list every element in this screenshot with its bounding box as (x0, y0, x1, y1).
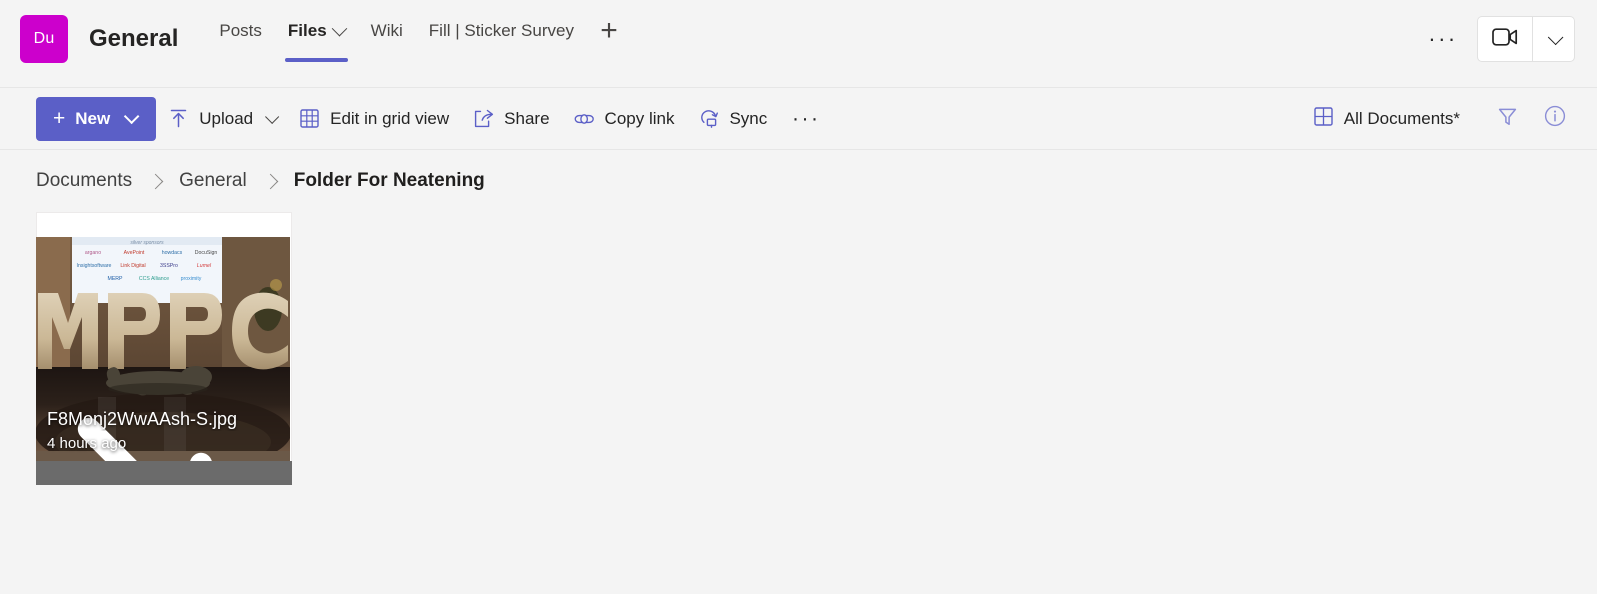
share-icon (473, 108, 494, 129)
tab-posts[interactable]: Posts (206, 0, 275, 62)
upload-label: Upload (199, 108, 254, 128)
svg-text:AvePoint: AvePoint (124, 250, 145, 256)
command-bar-overflow-button[interactable]: ··· (785, 98, 827, 140)
view-selector-label: All Documents* (1343, 108, 1460, 128)
header-right: ··· (1421, 0, 1575, 78)
chevron-down-icon (124, 108, 140, 125)
channel-header: Du General Posts Files Wiki Fill | Stick… (0, 0, 1597, 88)
tab-wiki[interactable]: Wiki (358, 0, 416, 62)
svg-text:proximity: proximity (181, 276, 202, 282)
command-bar: + New Upload Edit in grid view Share Cop… (0, 88, 1597, 150)
svg-text:DocuSign: DocuSign (195, 250, 218, 256)
breadcrumb: Documents General Folder For Neatening (0, 150, 1597, 212)
upload-button[interactable]: Upload (156, 97, 287, 141)
tab-sticker-survey[interactable]: Fill | Sticker Survey (416, 0, 587, 62)
tab-wiki-label: Wiki (370, 21, 403, 40)
grid-icon (1314, 106, 1333, 131)
meet-now-button[interactable] (1478, 17, 1532, 61)
chevron-right-icon (147, 173, 164, 189)
share-button[interactable]: Share (461, 97, 561, 141)
ellipsis-icon: ··· (1428, 26, 1458, 51)
info-button[interactable] (1531, 97, 1579, 141)
svg-text:argano: argano (85, 250, 101, 256)
sync-label: Sync (729, 108, 768, 128)
edit-in-grid-view-button[interactable]: Edit in grid view (287, 97, 461, 141)
meet-now-group (1477, 16, 1575, 62)
view-selector-button[interactable]: All Documents* (1302, 97, 1483, 141)
sync-icon (698, 108, 719, 129)
svg-text:MERP: MERP (108, 276, 124, 282)
breadcrumb-item-general[interactable]: General (179, 170, 247, 192)
svg-text:silver sponsors: silver sponsors (130, 240, 164, 246)
tab-posts-label: Posts (219, 21, 262, 40)
copy-link-button[interactable]: Copy link (562, 97, 687, 141)
svg-text:3SSPro: 3SSPro (160, 263, 178, 269)
tab-files-label: Files (287, 21, 327, 40)
grid-icon (299, 108, 320, 129)
filter-funnel-icon (1497, 106, 1518, 132)
file-tile-grid: silver sponsors argano AvePoint howdacs … (0, 212, 1597, 594)
chevron-right-icon (262, 173, 278, 189)
new-button-label: New (75, 108, 111, 128)
tab-files[interactable]: Files (275, 0, 358, 62)
tab-sticker-survey-label: Fill | Sticker Survey (428, 21, 574, 40)
edit-in-grid-view-label: Edit in grid view (330, 108, 450, 128)
teams-files-app: Du General Posts Files Wiki Fill | Stick… (0, 0, 1597, 594)
upload-icon (168, 108, 189, 129)
svg-text:Insightsoftware: Insightsoftware (77, 263, 112, 269)
active-tab-indicator (284, 58, 348, 62)
svg-text:Link Digital: Link Digital (120, 263, 145, 269)
file-thumbnail: silver sponsors argano AvePoint howdacs … (36, 237, 290, 461)
svg-text:Lumel: Lumel (197, 263, 212, 269)
tab-strip: Posts Files Wiki Fill | Sticker Survey + (206, 0, 631, 78)
meet-now-dropdown-button[interactable] (1532, 17, 1574, 61)
link-icon (574, 108, 595, 129)
plus-icon: + (53, 107, 66, 130)
file-tile-footer (36, 461, 292, 485)
chevron-down-icon[interactable] (331, 20, 347, 36)
page-title: General (89, 25, 179, 52)
avatar: Du (20, 15, 68, 63)
breadcrumb-item-documents[interactable]: Documents (36, 170, 132, 192)
copy-link-label: Copy link (604, 108, 675, 128)
ellipsis-icon: ··· (792, 106, 821, 130)
sync-button[interactable]: Sync (686, 97, 779, 141)
header-left: Du General Posts Files Wiki Fill | Stick… (20, 0, 1421, 78)
avatar-initials: Du (33, 30, 55, 47)
info-icon (1544, 105, 1566, 132)
filter-button[interactable] (1483, 97, 1531, 141)
new-button[interactable]: + New (36, 96, 157, 141)
add-tab-button[interactable]: + (587, 0, 631, 62)
svg-text:howdacs: howdacs (162, 250, 183, 256)
thumbnail-image: silver sponsors argano AvePoint howdacs … (36, 237, 290, 461)
chevron-down-icon (1547, 29, 1564, 45)
share-label: Share (504, 108, 550, 128)
breadcrumb-item-current: Folder For Neatening (293, 170, 485, 191)
header-more-options-button[interactable]: ··· (1421, 17, 1465, 61)
chevron-down-icon (265, 109, 280, 124)
svg-text:CCS Alliance: CCS Alliance (139, 276, 169, 282)
file-tile[interactable]: silver sponsors argano AvePoint howdacs … (36, 212, 292, 485)
video-camera-icon (1492, 27, 1518, 51)
plus-icon: + (600, 14, 618, 47)
